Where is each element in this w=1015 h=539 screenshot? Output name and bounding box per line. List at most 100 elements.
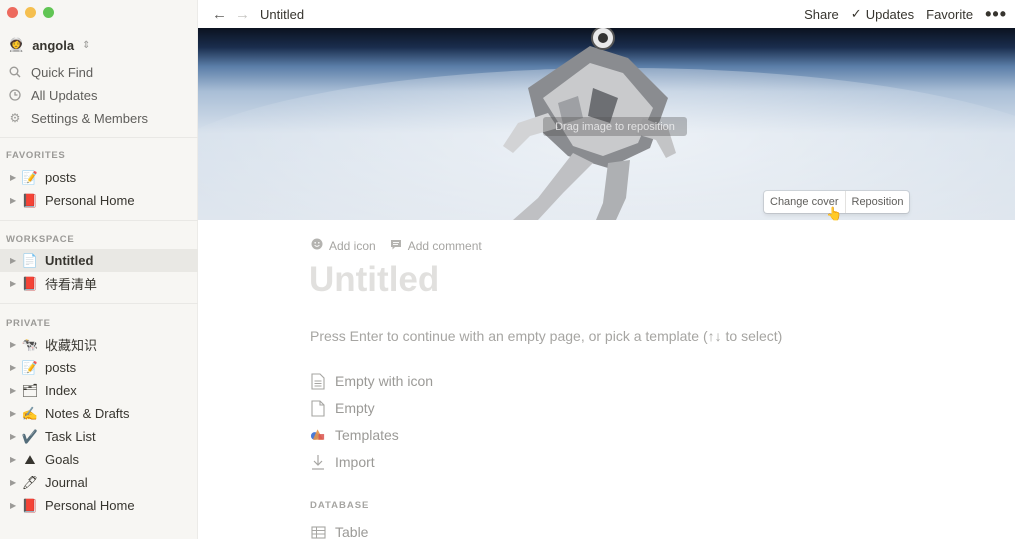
template-templates[interactable]: Templates (310, 425, 399, 445)
sidebar-item-personal-home[interactable]: ▶ 📕 Personal Home (0, 189, 198, 212)
page-icon (310, 399, 326, 417)
expand-triangle-icon[interactable]: ▶ (0, 196, 20, 205)
topbar-actions: Share ✓ Updates Favorite ••• (804, 0, 1007, 28)
sidebar-item-label: 待看清单 (45, 277, 98, 292)
add-comment-button[interactable]: Add comment (390, 238, 482, 253)
zoom-window-button[interactable] (43, 7, 54, 18)
templates-icon (310, 426, 326, 444)
sidebar-item-label: Journal (45, 475, 88, 490)
page-icon (310, 372, 326, 390)
workspace-switcher[interactable]: 👩‍🚀 angola ⇕ (8, 36, 90, 54)
add-icon-label: Add icon (329, 238, 376, 253)
sidebar-item-label: Index (45, 383, 77, 398)
check-icon: ✓ (850, 6, 862, 21)
sidebar-item-task-list[interactable]: ▶ ✔️ Task List (0, 425, 198, 448)
expand-triangle-icon[interactable]: ▶ (0, 409, 20, 418)
sidebar-item-label: Notes & Drafts (45, 406, 130, 421)
comment-icon (390, 239, 402, 253)
sidebar-item-knowledge[interactable]: ▶ 🐄 收藏知识 (0, 333, 198, 356)
expand-triangle-icon[interactable]: ▶ (0, 363, 20, 372)
close-window-button[interactable] (7, 7, 18, 18)
sidebar-divider (0, 303, 198, 304)
forward-arrow-icon[interactable]: → (235, 6, 250, 23)
sidebar-item-untitled[interactable]: ▶ 📄 Untitled (0, 249, 198, 272)
import-icon (310, 453, 326, 471)
hand-cursor-icon: 👆 (826, 206, 843, 221)
expand-triangle-icon[interactable]: ▶ (0, 173, 20, 182)
share-button[interactable]: Share (804, 7, 839, 22)
expand-triangle-icon[interactable]: ▶ (0, 386, 20, 395)
database-item-label: Table (335, 524, 369, 539)
nav-all-updates[interactable]: All Updates (8, 86, 97, 104)
nav-label: All Updates (31, 87, 98, 103)
nav-label: Settings & Members (31, 110, 149, 126)
expand-triangle-icon[interactable]: ▶ (0, 432, 20, 441)
sidebar-divider (0, 137, 198, 138)
search-icon (8, 65, 22, 79)
expand-triangle-icon[interactable]: ▶ (0, 455, 20, 464)
nav-quick-find[interactable]: Quick Find (8, 63, 93, 81)
sidebar-item-label: Personal Home (45, 498, 135, 513)
sidebar-item-posts-private[interactable]: ▶ 📝 posts (0, 356, 198, 379)
reposition-button[interactable]: Reposition (844, 191, 910, 213)
workspace-name: angola (32, 37, 75, 53)
expand-triangle-icon[interactable]: ▶ (0, 478, 20, 487)
database-table[interactable]: Table (310, 522, 368, 539)
sidebar: 👩‍🚀 angola ⇕ Quick Find All Updates ⚙ Se… (0, 0, 198, 539)
smiley-icon (311, 238, 323, 253)
nav-label: Quick Find (31, 64, 94, 80)
template-empty[interactable]: Empty (310, 398, 375, 418)
favorite-button[interactable]: Favorite (926, 7, 973, 22)
template-label: Import (335, 454, 375, 470)
sidebar-divider (0, 220, 198, 221)
sidebar-item-posts[interactable]: ▶ 📝 posts (0, 166, 198, 189)
favorites-heading: FAVORITES (6, 150, 66, 161)
template-import[interactable]: Import (310, 452, 375, 472)
sidebar-item-personal-home-private[interactable]: ▶ 📕 Personal Home (0, 494, 198, 517)
page-icon: 📕 (21, 275, 39, 291)
page-icon: ⛰ (24, 451, 36, 467)
sidebar-item-journal[interactable]: ▶ 🖊 Journal (0, 471, 198, 494)
page-icon: ✔️ (21, 428, 39, 444)
page-title[interactable]: Untitled (309, 260, 439, 300)
page-icon: 📝 (21, 359, 39, 375)
template-empty-with-icon[interactable]: Empty with icon (310, 371, 433, 391)
minimize-window-button[interactable] (25, 7, 36, 18)
page-icon: 📝 (21, 169, 39, 185)
gear-icon: ⚙ (9, 111, 21, 125)
template-label: Empty with icon (335, 373, 434, 389)
workspace-heading: WORKSPACE (6, 234, 75, 245)
page-icon: 📕 (21, 497, 39, 513)
back-arrow-icon[interactable]: ← (212, 6, 227, 23)
sidebar-item-watchlist[interactable]: ▶ 📕 待看清单 (0, 272, 198, 295)
updates-button[interactable]: ✓ Updates (851, 6, 914, 22)
table-icon (310, 523, 326, 539)
drag-hint: Drag image to reposition (543, 117, 687, 136)
page-icon: 🗂 (21, 382, 39, 398)
expand-triangle-icon[interactable]: ▶ (0, 279, 20, 288)
more-options-icon[interactable]: ••• (985, 4, 1007, 25)
private-heading: PRIVATE (6, 318, 51, 329)
add-icon-button[interactable]: Add icon (311, 238, 376, 253)
top-bar: ← → Untitled Share ✓ Updates Favorite ••… (198, 0, 1015, 28)
sidebar-item-notes-drafts[interactable]: ▶ ✍️ Notes & Drafts (0, 402, 198, 425)
updates-label: Updates (865, 6, 915, 22)
page-actions: Add icon Add comment (311, 238, 482, 253)
expand-triangle-icon[interactable]: ▶ (0, 256, 20, 265)
database-heading: DATABASE (310, 500, 370, 511)
workspace-avatar-icon: 👩‍🚀 (8, 37, 25, 52)
empty-page-hint: Press Enter to continue with an empty pa… (310, 328, 783, 344)
expand-triangle-icon[interactable]: ▶ (0, 340, 20, 349)
sidebar-item-index[interactable]: ▶ 🗂 Index (0, 379, 198, 402)
expand-triangle-icon[interactable]: ▶ (0, 501, 20, 510)
page-icon: 🖊 (21, 474, 39, 490)
sidebar-item-goals[interactable]: ▶ ⛰ Goals (0, 448, 198, 471)
nav-settings-members[interactable]: ⚙ Settings & Members (8, 109, 148, 127)
add-comment-label: Add comment (407, 238, 482, 253)
sidebar-item-label: Task List (45, 429, 96, 444)
sidebar-item-label: 收藏知识 (45, 338, 98, 353)
page-icon: 🐄 (21, 336, 39, 352)
breadcrumb-title[interactable]: Untitled (260, 7, 304, 22)
clock-icon (8, 88, 22, 102)
sidebar-item-label: Untitled (45, 253, 94, 268)
